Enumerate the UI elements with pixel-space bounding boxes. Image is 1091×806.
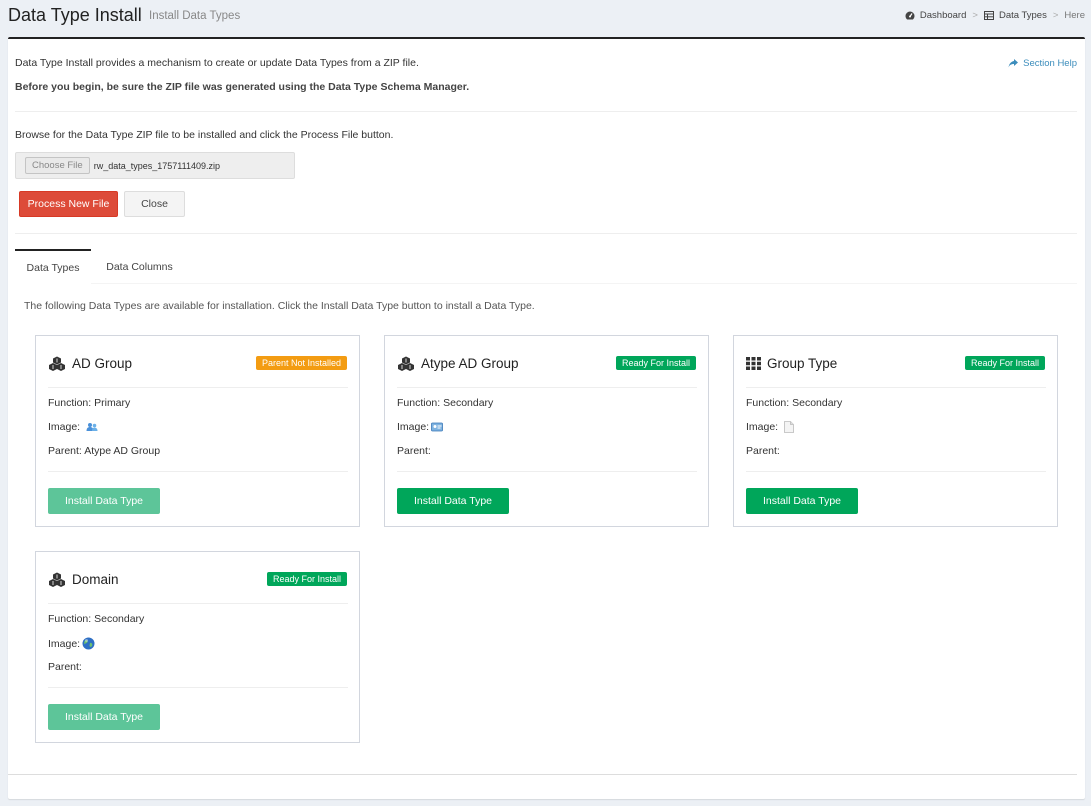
- tabs: Data Types Data Columns: [15, 249, 1077, 284]
- share-icon: [1008, 59, 1019, 68]
- id-card-icon: [431, 422, 444, 432]
- breadcrumb-here: Here: [1064, 10, 1085, 21]
- card-function: Function: Primary: [48, 397, 131, 409]
- card-title: Atype AD Group: [421, 356, 519, 371]
- install-data-type-button[interactable]: Install Data Type: [397, 488, 509, 514]
- intro-warning: Before you begin, be sure the ZIP file w…: [15, 81, 470, 93]
- card-header: Domain: [48, 572, 119, 587]
- card-header: Group Type: [746, 356, 837, 371]
- card-header: Atype AD Group: [397, 356, 519, 371]
- status-badge: Parent Not Installed: [255, 356, 347, 370]
- card-title: Group Type: [767, 356, 838, 371]
- data-type-card: Domain Ready For Install Function: Secon…: [35, 551, 360, 743]
- breadcrumb-separator: >: [1052, 10, 1059, 21]
- breadcrumb-data-types-label: Data Types: [998, 10, 1047, 21]
- card-image: Image:: [48, 421, 98, 433]
- card-image: Image:: [746, 421, 795, 433]
- cubes-icon: [49, 572, 65, 587]
- card-parent: Parent: Atype AD Group: [48, 445, 161, 457]
- card-divider: [48, 471, 348, 472]
- data-type-card: Atype AD Group Ready For Install Functio…: [384, 335, 709, 527]
- breadcrumb-dashboard-label: Dashboard: [919, 10, 967, 21]
- card-parent: Parent:: [746, 445, 780, 457]
- choose-file-button[interactable]: Choose File: [25, 157, 90, 174]
- card-header: AD Group: [48, 356, 132, 371]
- card-divider: [48, 387, 348, 388]
- page-title: Data Type Install: [8, 5, 142, 25]
- breadcrumb: Dashboard > Data Types > Here: [905, 10, 1085, 21]
- divider: [15, 111, 1077, 112]
- tab-description: The following Data Types are available f…: [24, 300, 535, 312]
- section-help-label: Section Help: [1023, 58, 1077, 69]
- card-parent: Parent:: [48, 661, 82, 673]
- cubes-icon: [49, 356, 65, 371]
- install-data-type-button[interactable]: Install Data Type: [48, 488, 160, 514]
- card-image-label: Image:: [48, 637, 81, 650]
- card-image: Image:: [48, 637, 95, 650]
- file-name: rw_data_types_1757111409.zip: [93, 160, 220, 171]
- card-divider: [397, 387, 697, 388]
- install-data-type-button[interactable]: Install Data Type: [48, 704, 160, 730]
- file-input[interactable]: Choose File rw_data_types_1757111409.zip: [15, 152, 295, 179]
- status-badge: Ready For Install: [615, 356, 696, 370]
- card-function: Function: Secondary: [397, 397, 494, 409]
- card-image: Image:: [397, 421, 444, 433]
- card-parent: Parent:: [397, 445, 431, 457]
- card-divider: [48, 687, 348, 688]
- globe-icon: [82, 637, 95, 650]
- users-icon: [86, 423, 98, 431]
- card-image-label: Image:: [746, 421, 779, 433]
- card-function: Function: Secondary: [746, 397, 843, 409]
- divider: [15, 233, 1077, 234]
- section-help-link[interactable]: Section Help: [1008, 58, 1077, 69]
- install-data-type-button[interactable]: Install Data Type: [746, 488, 858, 514]
- card-divider: [48, 603, 348, 604]
- breadcrumb-dashboard[interactable]: Dashboard: [905, 10, 966, 21]
- data-type-card: Group Type Ready For Install Function: S…: [733, 335, 1058, 527]
- card-title: Domain: [72, 572, 119, 587]
- breadcrumb-separator: >: [972, 10, 978, 21]
- breadcrumb-data-types[interactable]: Data Types: [983, 10, 1047, 21]
- status-badge: Ready For Install: [266, 572, 347, 586]
- content-header: Data Type Install Install Data Types Das…: [0, 0, 1091, 36]
- grid-icon: [746, 357, 761, 370]
- card-divider: [746, 387, 1046, 388]
- table-icon: [983, 11, 994, 20]
- card-divider: [746, 471, 1046, 472]
- card-image-label: Image:: [48, 421, 81, 433]
- page-subtitle: Install Data Types: [149, 10, 241, 22]
- cubes-icon: [398, 356, 414, 371]
- process-file-button[interactable]: Process New File: [19, 191, 118, 217]
- tab-data-types[interactable]: Data Types: [15, 249, 91, 284]
- dashboard-icon: [905, 11, 915, 20]
- data-type-card: AD Group Parent Not Installed Function: …: [35, 335, 360, 527]
- card-image-label: Image:: [397, 421, 430, 433]
- card-title: AD Group: [72, 356, 133, 371]
- browse-label: Browse for the Data Type ZIP file to be …: [15, 129, 394, 141]
- card-divider: [397, 471, 697, 472]
- card-function: Function: Secondary: [48, 613, 145, 625]
- document-icon: [784, 421, 795, 433]
- footer-divider: [8, 774, 1077, 775]
- status-badge: Ready For Install: [964, 356, 1045, 370]
- intro-description: Data Type Install provides a mechanism t…: [15, 57, 419, 69]
- tab-data-columns[interactable]: Data Columns: [91, 249, 188, 284]
- close-button[interactable]: Close: [124, 191, 185, 217]
